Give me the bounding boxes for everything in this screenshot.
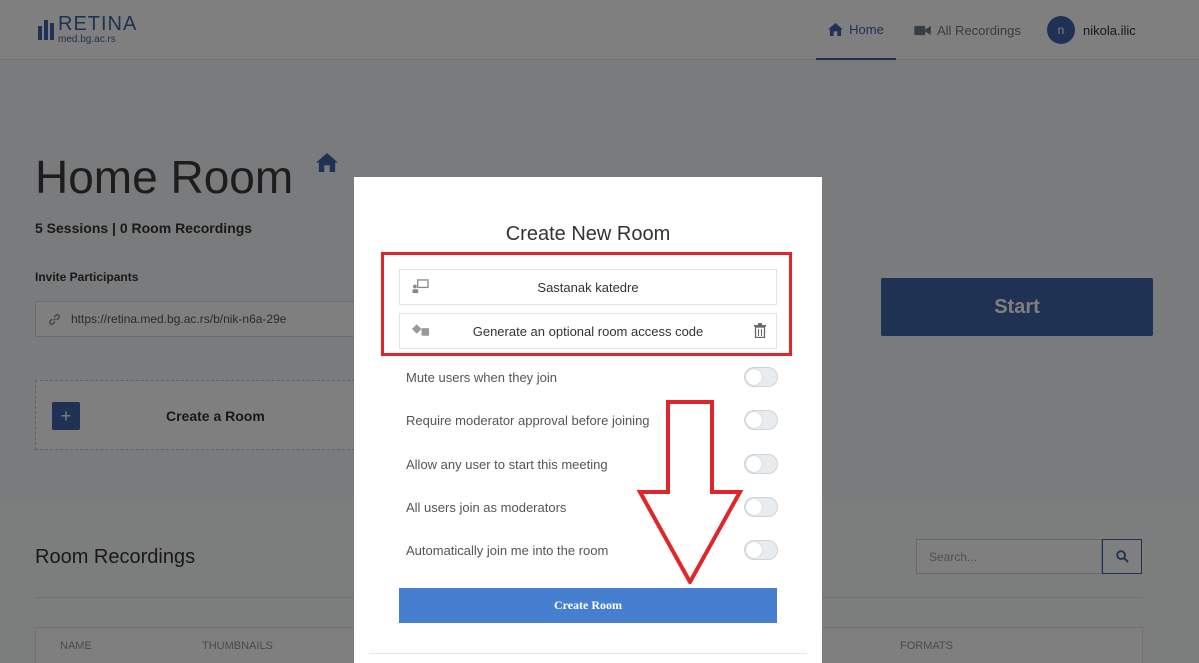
option-label: Allow any user to start this meeting: [406, 456, 608, 472]
option-label: All users join as moderators: [406, 499, 567, 515]
create-room-button[interactable]: Create Room: [399, 588, 777, 623]
create-room-modal: Create New Room Sastanak katedre Generat…: [354, 177, 822, 663]
option-label: Mute users when they join: [406, 369, 558, 385]
all-moderators-toggle[interactable]: [744, 497, 778, 517]
option-label: Automatically join me into the room: [406, 542, 609, 558]
auto-join-toggle[interactable]: [744, 540, 778, 560]
down-arrow-annotation: [636, 400, 744, 584]
mute-on-join-toggle[interactable]: [744, 367, 778, 387]
option-label: Require moderator approval before joinin…: [406, 412, 650, 428]
option-mute-on-join: Mute users when they join: [406, 366, 778, 388]
modal-title: Create New Room: [505, 223, 671, 245]
anyone-can-start-toggle[interactable]: [744, 454, 778, 474]
require-approval-toggle[interactable]: [744, 410, 778, 430]
highlight-box: [381, 252, 792, 356]
modal-divider: [369, 653, 807, 654]
